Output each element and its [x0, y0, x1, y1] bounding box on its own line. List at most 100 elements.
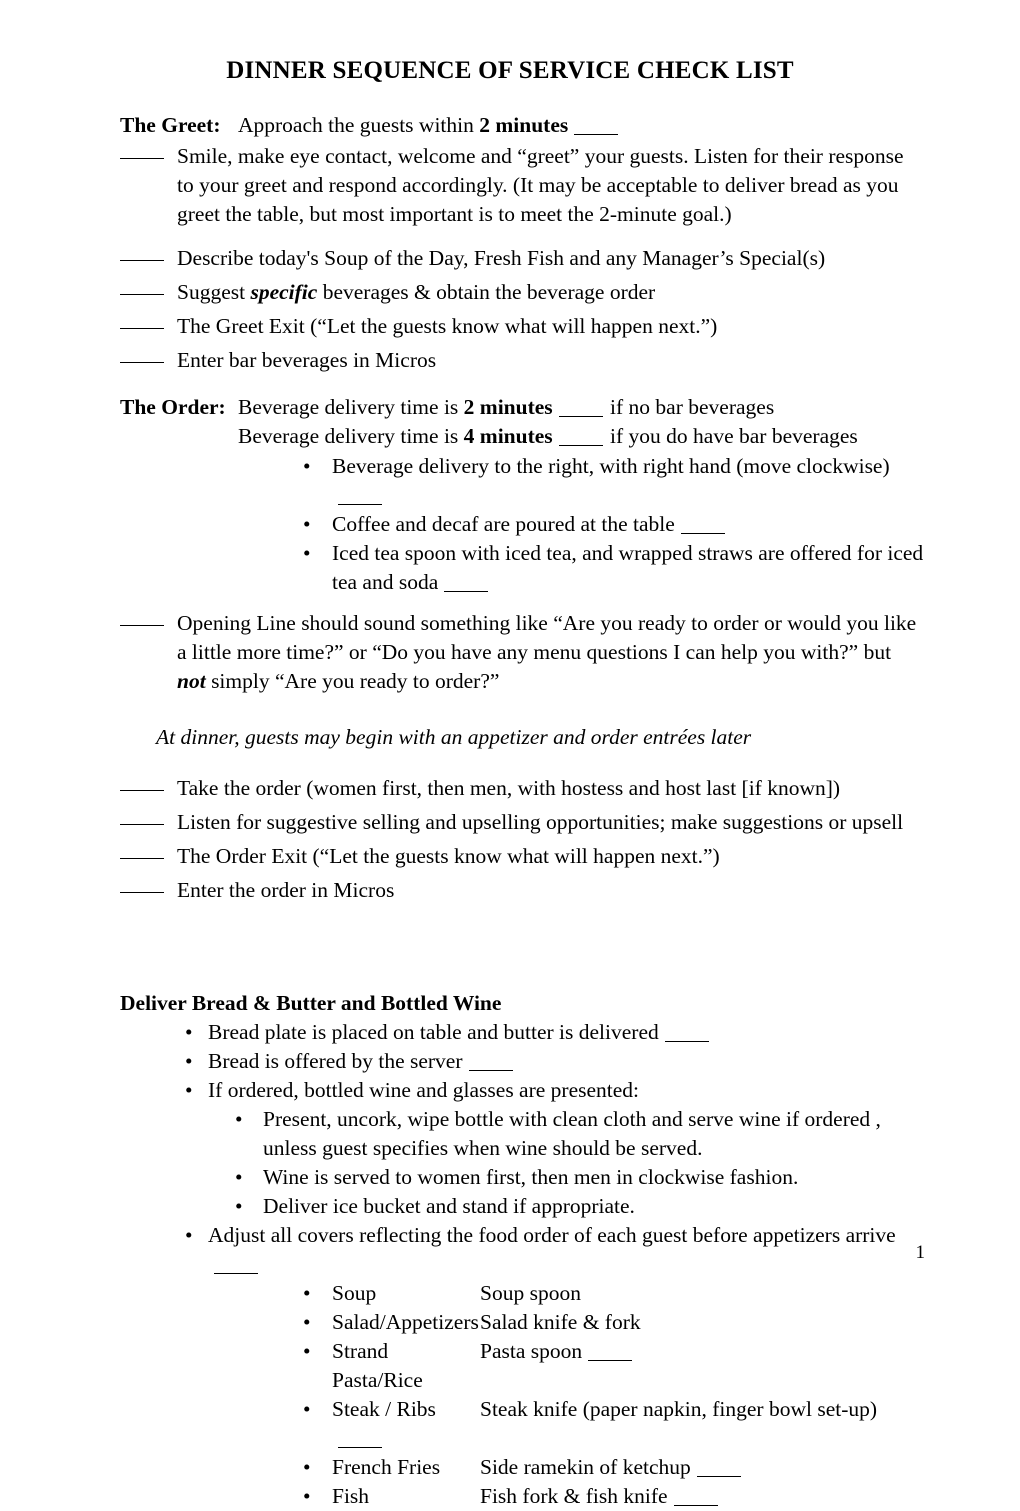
list-item: • If ordered, bottled wine and glasses a…: [185, 1076, 925, 1221]
blank-line[interactable]: [574, 119, 619, 135]
checklist-row: The Greet Exit (“Let the guests know wha…: [120, 312, 925, 341]
checklist-text: Opening Line should sound something like…: [177, 611, 917, 693]
list-item-text: Iced tea spoon with iced tea, and wrappe…: [332, 541, 924, 594]
emphasis-specific: specific: [250, 280, 318, 304]
checklist-row: Take the order (women first, then men, w…: [120, 774, 925, 803]
checklist-row: Opening Line should sound something like…: [120, 609, 925, 696]
course-name: Salad/Appetizers: [332, 1309, 479, 1334]
course-name: Steak / Ribs: [332, 1396, 436, 1421]
bread-section-heading: Deliver Bread & Butter and Bottled Wine: [120, 990, 502, 1015]
dinner-note: At dinner, guests may begin with an appe…: [156, 725, 752, 749]
checklist-text: Describe today's Soup of the Day, Fresh …: [177, 246, 826, 270]
document-body: The Greet: Approach the guests within 2 …: [0, 111, 1020, 1511]
list-item: • Bread is offered by the server: [185, 1047, 925, 1076]
bullet-icon: •: [185, 1048, 193, 1073]
bullet-icon: •: [185, 1077, 193, 1102]
blank-line[interactable]: [120, 294, 164, 295]
bullet-icon: •: [303, 1483, 311, 1508]
bullet-icon: •: [303, 1338, 311, 1363]
checklist-text: Listen for suggestive selling and upsell…: [177, 809, 904, 834]
list-item: • Fish Fish fork & fish knife: [303, 1482, 925, 1511]
blank-line[interactable]: [444, 576, 489, 592]
checklist-row: Suggest specific beverages & obtain the …: [120, 278, 925, 307]
list-item: • French Fries Side ramekin of ketchup: [303, 1453, 925, 1482]
order-time-bold-4min: 4 minutes: [463, 424, 553, 448]
blank-line[interactable]: [673, 1490, 718, 1506]
blank-line[interactable]: [214, 1258, 258, 1274]
course-utensil: Pasta spoon: [480, 1338, 583, 1363]
checklist-text: Enter bar beverages in Micros: [177, 348, 437, 372]
order-heading-row: The Order: Beverage delivery time is 2 m…: [120, 393, 925, 451]
bullet-icon: •: [303, 454, 311, 478]
list-item-text: Coffee and decaf are poured at the table: [332, 512, 675, 536]
greet-label: The Greet:: [120, 113, 221, 137]
blank-line[interactable]: [120, 625, 164, 626]
list-item: • Salad/AppetizersSalad knife & fork: [303, 1308, 925, 1337]
bullet-icon: •: [303, 1454, 311, 1479]
bullet-icon: •: [185, 1222, 193, 1247]
order-time-bold-2min: 2 minutes: [463, 395, 553, 419]
blank-line[interactable]: [338, 489, 382, 505]
list-item: • Steak / Ribs Steak knife (paper napkin,…: [303, 1395, 925, 1453]
blank-line[interactable]: [338, 1432, 382, 1448]
bread-bullet-list: • Bread plate is placed on table and but…: [120, 1018, 925, 1279]
list-item: • Wine is served to women first, then me…: [235, 1163, 925, 1192]
bullet-icon: •: [235, 1193, 243, 1218]
blank-line[interactable]: [680, 518, 725, 534]
list-item-text: Present, uncork, wipe bottle with clean …: [263, 1106, 881, 1160]
blank-line[interactable]: [120, 260, 164, 261]
greet-time-bold: 2 minutes: [479, 113, 569, 137]
list-item: • Soup Soup spoon: [303, 1279, 925, 1308]
list-item-text: Deliver ice bucket and stand if appropri…: [263, 1193, 635, 1218]
checklist-row: Enter bar beverages in Micros: [120, 346, 925, 375]
blank-line[interactable]: [120, 362, 164, 363]
list-item: • Present, uncork, wipe bottle with clea…: [235, 1105, 925, 1163]
blank-line[interactable]: [120, 823, 164, 825]
checklist-row: Enter the order in Micros: [120, 876, 925, 905]
blank-line[interactable]: [120, 789, 164, 791]
checklist-row: Describe today's Soup of the Day, Fresh …: [120, 244, 925, 273]
bullet-icon: •: [303, 1309, 311, 1334]
blank-line[interactable]: [664, 1026, 709, 1042]
blank-line[interactable]: [120, 891, 164, 893]
course-name: Fish: [332, 1483, 370, 1508]
bullet-icon: •: [235, 1106, 243, 1131]
blank-line[interactable]: [588, 1345, 633, 1361]
blank-line[interactable]: [120, 857, 164, 859]
blank-line[interactable]: [558, 430, 603, 446]
course-utensil: Fish fork & fish knife: [480, 1483, 668, 1508]
course-name: Strand Pasta/Rice: [332, 1338, 423, 1392]
course-utensil-list: • Soup Soup spoon • Salad/AppetizersSalad…: [120, 1279, 925, 1511]
blank-line[interactable]: [468, 1055, 513, 1071]
bullet-icon: •: [303, 1280, 311, 1305]
document-page: DINNER SEQUENCE OF SERVICE CHECK LIST Th…: [0, 0, 1020, 1508]
blank-line[interactable]: [696, 1461, 741, 1477]
wine-sub-bullet-list: • Present, uncork, wipe bottle with clea…: [208, 1105, 925, 1221]
checklist-row: The Order Exit (“Let the guests know wha…: [120, 842, 925, 871]
bullet-icon: •: [303, 1396, 311, 1421]
list-item-text: Beverage delivery to the right, with rig…: [332, 454, 890, 478]
list-item: • Bread plate is placed on table and but…: [185, 1018, 925, 1047]
blank-line[interactable]: [120, 328, 164, 329]
blank-line[interactable]: [120, 158, 164, 159]
checklist-text: The Greet Exit (“Let the guests know wha…: [177, 314, 718, 338]
course-utensil: Steak knife (paper napkin, finger bowl s…: [480, 1396, 878, 1421]
emphasis-not: not: [177, 669, 206, 693]
course-name: French Fries: [332, 1454, 441, 1479]
list-item: • Iced tea spoon with iced tea, and wrap…: [303, 539, 925, 597]
bullet-icon: •: [185, 1019, 193, 1044]
order-label: The Order:: [120, 395, 226, 419]
blank-line[interactable]: [558, 401, 603, 417]
order-line-1: Beverage delivery time is 2 minutes if n…: [238, 395, 775, 419]
greet-heading-text: Approach the guests within 2 minutes: [238, 111, 925, 140]
list-item: • Beverage delivery to the right, with r…: [303, 452, 925, 510]
list-item-text: Wine is served to women first, then men …: [263, 1164, 799, 1189]
course-name: Soup: [332, 1280, 377, 1305]
list-item-text: Adjust all covers reflecting the food or…: [208, 1222, 896, 1247]
course-utensil: Soup spoon: [480, 1280, 581, 1305]
list-item: • Strand Pasta/Rice Pasta spoon: [303, 1337, 925, 1395]
page-number: 1: [915, 1242, 926, 1263]
list-item-text: Bread is offered by the server: [208, 1048, 463, 1073]
list-item: • Adjust all covers reflecting the food …: [185, 1221, 925, 1279]
